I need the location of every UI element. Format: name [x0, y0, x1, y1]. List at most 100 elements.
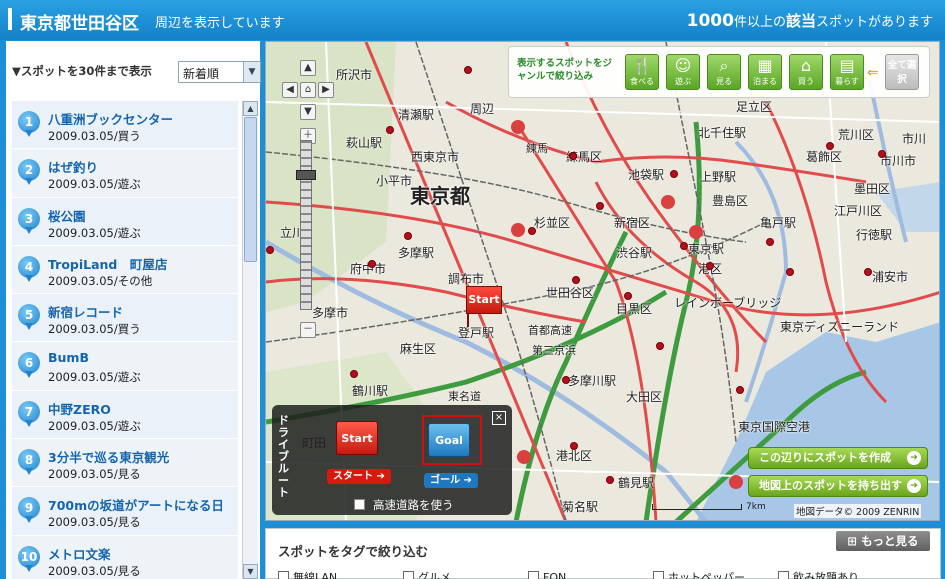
map-spot-marker[interactable]: [572, 276, 580, 284]
sort-select[interactable]: 新着順 ▼: [178, 61, 261, 83]
map-spot-marker[interactable]: [826, 142, 834, 150]
map-spot-marker[interactable]: [266, 246, 274, 254]
set-goal-button[interactable]: ゴール ➔: [424, 473, 478, 488]
map-spot-marker[interactable]: [528, 227, 536, 235]
spot-name-link[interactable]: 八重洲ブックセンター: [48, 109, 173, 128]
spot-list-item[interactable]: 6 BumB 2009.03.05/遊ぶ: [12, 342, 238, 391]
create-spot-button[interactable]: この辺りにスポットを作成 ➔: [748, 447, 928, 469]
genre-button[interactable]: 🍴 食べる: [625, 54, 659, 90]
tag-checkbox[interactable]: [403, 571, 414, 579]
start-flag-icon[interactable]: Start: [336, 421, 378, 455]
spot-list-item[interactable]: 8 3分半で巡る東京観光 2009.03.05/見る: [12, 439, 238, 488]
tag-checkbox[interactable]: [653, 571, 664, 579]
map-spot-marker[interactable]: [368, 260, 376, 268]
map-spot-marker[interactable]: [706, 262, 714, 270]
scroll-down-icon[interactable]: ▼: [243, 564, 258, 579]
spot-name-link[interactable]: 新宿レコード: [48, 302, 123, 321]
zoom-slider[interactable]: [300, 140, 312, 310]
close-icon[interactable]: ×: [492, 411, 506, 425]
genre-button[interactable]: ▦ 泊まる: [748, 54, 782, 90]
map-spot-marker[interactable]: [570, 442, 578, 450]
pan-down-icon[interactable]: ▼: [300, 104, 316, 120]
spot-list-item[interactable]: 5 新宿レコード 2009.03.05/買う: [12, 294, 238, 343]
map-place-label: 江戸川区: [834, 204, 883, 218]
tag-checkbox[interactable]: [528, 571, 539, 579]
zoom-out-icon[interactable]: －: [300, 322, 316, 338]
map-spot-marker[interactable]: [464, 66, 472, 74]
goal-flag-icon[interactable]: Goal: [428, 423, 470, 457]
count-suffix: 件以上の: [733, 15, 786, 30]
map-place-label: 亀戸駅: [760, 216, 797, 230]
genre-button[interactable]: ⌂ 買う: [789, 54, 823, 90]
pan-left-icon[interactable]: ◀: [282, 82, 298, 98]
spot-name-link[interactable]: BumB: [48, 350, 89, 365]
map-spot-marker[interactable]: [656, 342, 664, 350]
spot-list-item[interactable]: 7 中野ZERO 2009.03.05/遊ぶ: [12, 390, 238, 440]
map-spot-marker[interactable]: [624, 292, 632, 300]
map-place-label: 上野駅: [700, 170, 737, 184]
highway-option[interactable]: 高速道路を使う: [354, 497, 454, 513]
map-spot-marker[interactable]: [786, 268, 794, 276]
chevron-down-icon[interactable]: ▼: [243, 62, 260, 82]
number-pin-icon: 2: [18, 159, 40, 186]
tag-option[interactable]: 飲み放題あり: [778, 569, 903, 579]
map-place-label: 目黒区: [616, 302, 653, 316]
tag-option[interactable]: ホットペッパー: [653, 569, 778, 579]
genre-button-label: 遊ぶ: [675, 77, 691, 86]
spot-list-item[interactable]: 10 メトロ文楽 2009.03.05/見る: [12, 535, 238, 579]
select-all-button[interactable]: 全て選択: [885, 54, 919, 90]
map-spot-marker[interactable]: [562, 376, 570, 384]
genre-button[interactable]: ☺ 遊ぶ: [666, 54, 700, 90]
zoom-slider-knob[interactable]: [296, 170, 316, 180]
tag-option[interactable]: 無線LAN: [278, 569, 403, 579]
map-spot-marker[interactable]: [606, 476, 614, 484]
export-spots-button[interactable]: 地図上のスポットを持ち出す ➔: [748, 475, 928, 497]
genre-button[interactable]: ⌕ 見る: [707, 54, 741, 90]
map-spot-marker[interactable]: [386, 126, 394, 134]
pan-up-icon[interactable]: ▲: [300, 60, 316, 76]
number-pin-icon: 7: [18, 400, 40, 427]
tag-checkbox[interactable]: [278, 571, 289, 579]
scroll-up-icon[interactable]: ▲: [243, 101, 258, 116]
tag-option[interactable]: FON: [528, 571, 653, 579]
map-view[interactable]: 所沢市 周辺 足立区 清瀬駅 北千住駅 荒川区 市川 萩山駅 練馬 練馬区 葛飾区 西東京市 池袋駅 上野…: [265, 41, 940, 521]
map-spot-marker[interactable]: [569, 152, 577, 160]
map-spot-marker[interactable]: [680, 242, 688, 250]
highway-checkbox[interactable]: [354, 499, 365, 510]
list-scrollbar[interactable]: ▲ ▼: [242, 101, 258, 579]
tag-option[interactable]: グルメ: [403, 569, 528, 579]
spot-list-item[interactable]: 3 桜公園 2009.03.05/遊ぶ: [12, 197, 238, 246]
scroll-thumb[interactable]: [244, 117, 257, 262]
spot-name-link[interactable]: メトロ文楽: [48, 544, 111, 563]
spot-name-link[interactable]: 3分半で巡る東京観光: [48, 447, 169, 466]
map-spot-marker[interactable]: [596, 202, 604, 210]
spot-name-link[interactable]: はぜ釣り: [48, 157, 98, 176]
map-spot-marker[interactable]: [670, 170, 678, 178]
map-start-marker[interactable]: Start: [466, 286, 502, 327]
spot-name-link[interactable]: 桜公園: [48, 206, 86, 225]
spot-name-link[interactable]: 700mの坂道がアートになる日: [48, 495, 224, 514]
pan-right-icon[interactable]: ▶: [318, 82, 334, 98]
map-spot-marker[interactable]: [766, 238, 774, 246]
home-icon[interactable]: ⌂: [300, 82, 316, 98]
map-place-label: 北千住駅: [698, 126, 747, 140]
map-spot-marker[interactable]: [736, 386, 744, 394]
map-place-label: 渋谷駅: [616, 246, 653, 260]
spot-name-link[interactable]: 中野ZERO: [48, 399, 111, 418]
spot-name-link[interactable]: TropiLand 町屋店: [48, 254, 167, 273]
spot-list-item[interactable]: 9 700mの坂道がアートになる日 2009.03.05/見る: [12, 487, 238, 536]
spot-meta: 2009.03.05/遊ぶ: [48, 177, 141, 192]
set-start-button[interactable]: スタート ➔: [327, 469, 391, 484]
spot-list-item[interactable]: 4 TropiLand 町屋店 2009.03.05/その他: [12, 245, 238, 295]
spot-list-item[interactable]: 1 八重洲ブックセンター 2009.03.05/買う: [12, 101, 238, 150]
fork-knife-icon: 🍴: [632, 56, 652, 75]
map-spot-marker[interactable]: [878, 150, 886, 158]
genre-button[interactable]: ▤ 暮らす: [830, 54, 864, 90]
more-tags-button[interactable]: ⊞ もっと見る: [836, 531, 930, 551]
map-spot-marker[interactable]: [404, 232, 412, 240]
tag-checkbox[interactable]: [778, 571, 789, 579]
map-place-label: 豊島区: [712, 194, 749, 208]
spot-list-item[interactable]: 2 はぜ釣り 2009.03.05/遊ぶ: [12, 149, 238, 198]
map-spot-marker[interactable]: [864, 268, 872, 276]
map-spot-marker[interactable]: [350, 370, 358, 378]
